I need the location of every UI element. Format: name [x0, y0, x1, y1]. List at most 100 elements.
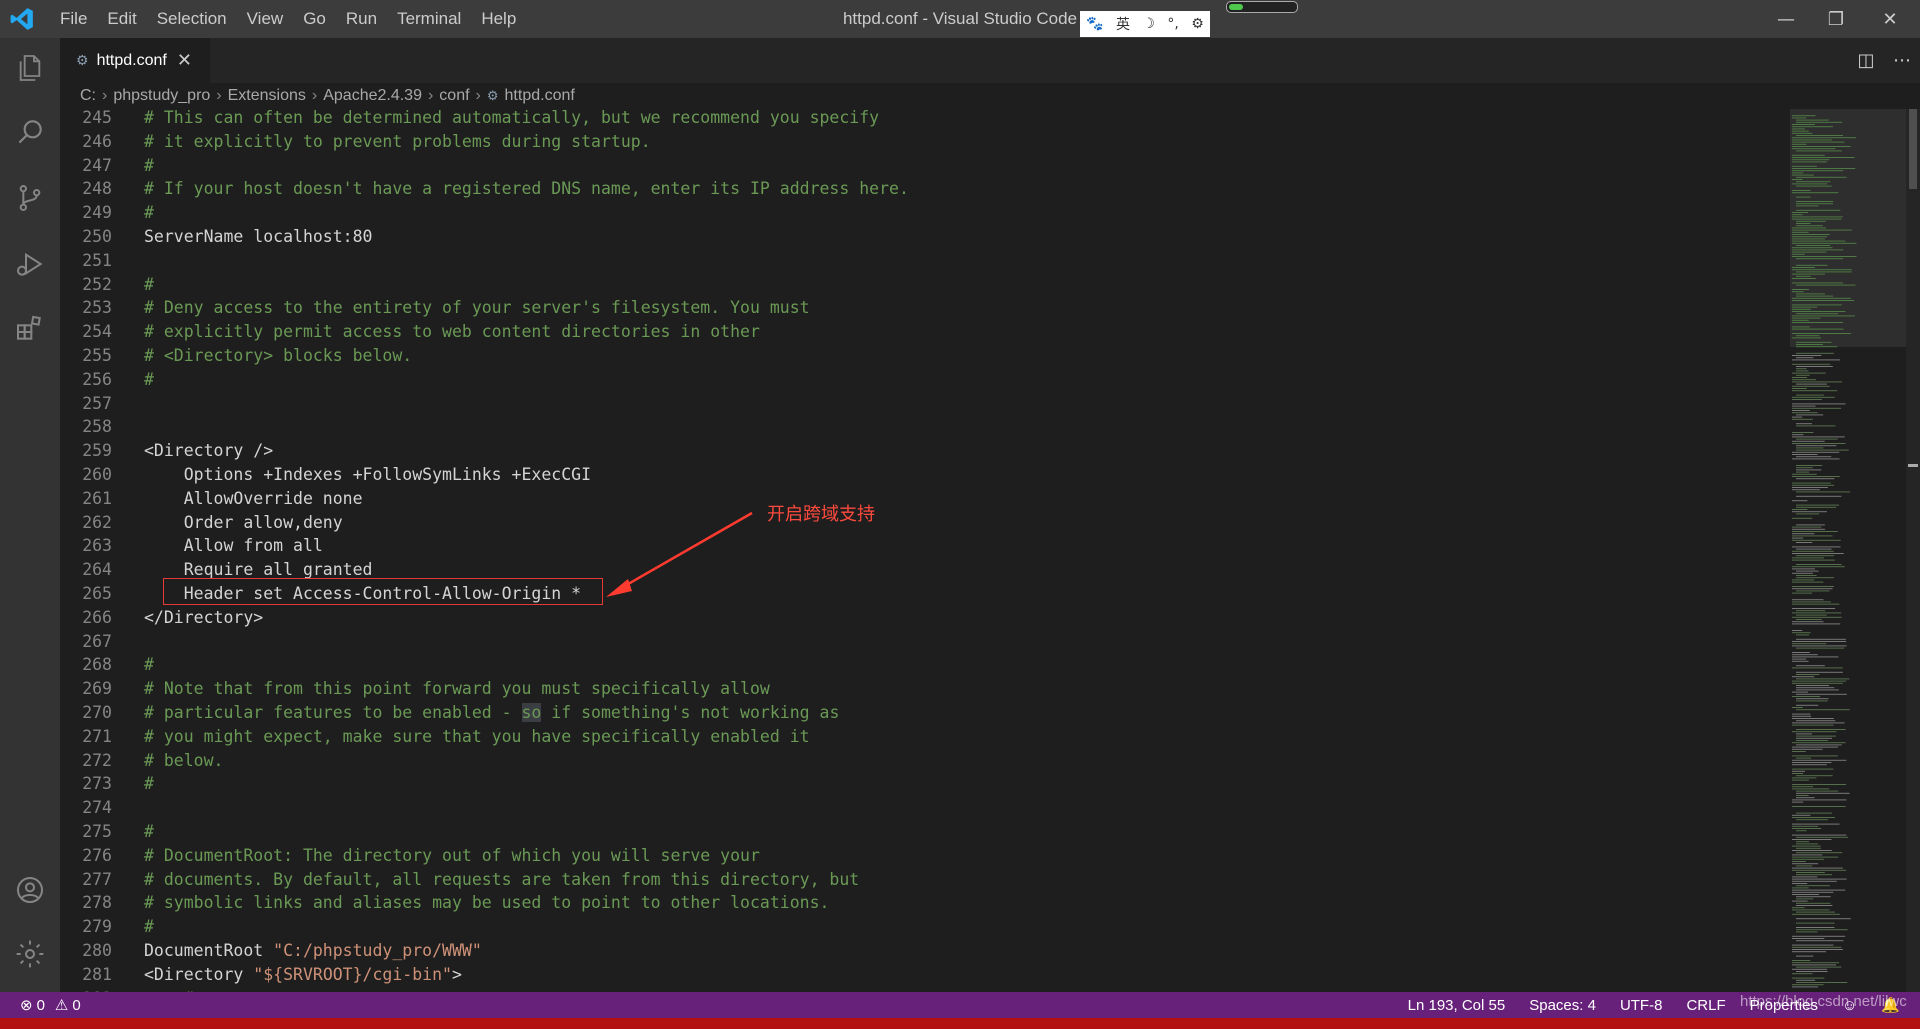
code-text[interactable]: Order allow,deny — [144, 511, 343, 535]
code-line[interactable]: 263 Allow from all — [60, 534, 1788, 558]
code-text[interactable]: # DocumentRoot: The directory out of whi… — [144, 844, 760, 868]
warning-count[interactable]: 0 — [72, 997, 80, 1014]
moon-icon[interactable]: ☽ — [1142, 16, 1155, 32]
code-text[interactable]: </Directory> — [144, 606, 263, 630]
manage-gear-icon[interactable] — [0, 926, 60, 982]
code-text[interactable]: # — [144, 368, 154, 392]
close-window-icon[interactable]: ✕ — [1860, 0, 1920, 38]
menu-run[interactable]: Run — [336, 9, 387, 29]
code-line[interactable]: 275 # — [60, 820, 1788, 844]
breadcrumb-apache[interactable]: Apache2.4.39 — [323, 87, 422, 105]
scrollbar-thumb[interactable] — [1909, 109, 1917, 189]
code-line[interactable]: 254 # explicitly permit access to web con… — [60, 320, 1788, 344]
restore-icon[interactable]: ❐ — [1806, 0, 1866, 38]
code-line[interactable]: 266 </Directory> — [60, 606, 1788, 630]
ime-language[interactable]: 英 — [1116, 14, 1130, 34]
code-line[interactable]: 258 — [60, 415, 1788, 439]
menu-terminal[interactable]: Terminal — [387, 9, 471, 29]
code-text[interactable]: # If your host doesn't have a registered… — [144, 177, 909, 201]
cursor-position[interactable]: Ln 193, Col 55 — [1408, 997, 1506, 1014]
code-line[interactable]: 256 # — [60, 368, 1788, 392]
indentation[interactable]: Spaces: 4 — [1529, 997, 1596, 1014]
code-text[interactable]: # This can often be determined automatic… — [144, 109, 879, 130]
source-control-icon[interactable] — [0, 170, 60, 226]
code-text[interactable]: ServerName localhost:80 — [144, 225, 372, 249]
menu-file[interactable]: File — [50, 9, 97, 29]
code-line[interactable]: 246 # it explicitly to prevent problems d… — [60, 130, 1788, 154]
code-text[interactable]: # you might expect, make sure that you h… — [144, 725, 810, 749]
end-of-line[interactable]: CRLF — [1686, 997, 1725, 1014]
code-line[interactable]: 251 — [60, 249, 1788, 273]
menu-selection[interactable]: Selection — [147, 9, 237, 29]
extensions-icon[interactable] — [0, 300, 60, 356]
file-encoding[interactable]: UTF-8 — [1620, 997, 1663, 1014]
code-line[interactable]: 259 <Directory /> — [60, 439, 1788, 463]
explorer-icon[interactable] — [0, 40, 60, 96]
menu-help[interactable]: Help — [471, 9, 526, 29]
code-line[interactable]: 253 # Deny access to the entirety of your… — [60, 296, 1788, 320]
code-text[interactable]: # <Directory> blocks below. — [144, 344, 412, 368]
code-line[interactable]: 255 # <Directory> blocks below. — [60, 344, 1788, 368]
ime-toolbar[interactable]: 🐾 英 ☽ °, ⚙ — [1080, 11, 1210, 37]
menu-view[interactable]: View — [237, 9, 294, 29]
code-line[interactable]: 250 ServerName localhost:80 — [60, 225, 1788, 249]
error-count[interactable]: 0 — [37, 997, 45, 1014]
error-icon[interactable]: ⊗ — [20, 996, 33, 1014]
code-line[interactable]: 262 Order allow,deny — [60, 511, 1788, 535]
paw-icon[interactable]: 🐾 — [1086, 16, 1103, 32]
code-line[interactable]: 271 # you might expect, make sure that yo… — [60, 725, 1788, 749]
code-editor[interactable]: 245 # This can often be determined automa… — [60, 109, 1788, 992]
code-line[interactable]: 245 # This can often be determined automa… — [60, 109, 1788, 130]
code-text[interactable]: # — [144, 653, 154, 677]
code-line[interactable]: 252 # — [60, 273, 1788, 297]
minimap-slider[interactable] — [1790, 109, 1906, 347]
code-text[interactable]: # it explicitly to prevent problems duri… — [144, 130, 651, 154]
menu-edit[interactable]: Edit — [97, 9, 146, 29]
code-text[interactable]: # — [144, 772, 154, 796]
code-line[interactable]: 279 # — [60, 915, 1788, 939]
breadcrumb-file[interactable]: httpd.conf — [505, 87, 575, 105]
vertical-scrollbar[interactable] — [1906, 109, 1920, 992]
account-icon[interactable] — [0, 862, 60, 918]
warning-icon[interactable]: ⚠ — [55, 996, 68, 1014]
code-line[interactable]: 281 <Directory "${SRVROOT}/cgi-bin"> — [60, 963, 1788, 987]
code-line[interactable]: 272 # below. — [60, 749, 1788, 773]
code-line[interactable]: 273 # — [60, 772, 1788, 796]
code-line[interactable]: 269 # Note that from this point forward y… — [60, 677, 1788, 701]
code-line[interactable]: 249 # — [60, 201, 1788, 225]
code-line[interactable]: 270 # particular features to be enabled -… — [60, 701, 1788, 725]
breadcrumb-phpstudy[interactable]: phpstudy_pro — [113, 87, 210, 105]
code-text[interactable]: Options +Indexes +FollowSymLinks +ExecCG… — [144, 463, 591, 487]
settings-gear-icon[interactable]: ⚙ — [1191, 16, 1204, 32]
punctuation-icon[interactable]: °, — [1167, 16, 1178, 32]
code-text[interactable]: # Note that from this point forward you … — [144, 677, 770, 701]
tab-httpd-conf[interactable]: ⚙ httpd.conf ✕ — [60, 38, 210, 83]
code-text[interactable]: AllowOverride none — [144, 487, 363, 511]
code-text[interactable]: # documents. By default, all requests ar… — [144, 868, 859, 892]
code-text[interactable]: # particular features to be enabled - so… — [144, 701, 839, 725]
code-line[interactable]: 257 — [60, 392, 1788, 416]
code-line[interactable]: 274 — [60, 796, 1788, 820]
code-text[interactable]: <Directory /> — [144, 439, 273, 463]
code-text[interactable]: # — [144, 915, 154, 939]
code-text[interactable]: # explicitly permit access to web conten… — [144, 320, 760, 344]
close-tab-icon[interactable]: ✕ — [177, 50, 192, 71]
code-line[interactable]: 268 # — [60, 653, 1788, 677]
split-editor-icon[interactable]: ◫ — [1848, 50, 1884, 71]
code-line[interactable]: 260 Options +Indexes +FollowSymLinks +Ex… — [60, 463, 1788, 487]
code-text[interactable]: # — [144, 820, 154, 844]
code-line[interactable]: 278 # symbolic links and aliases may be u… — [60, 891, 1788, 915]
code-text[interactable]: # Deny access to the entirety of your se… — [144, 296, 810, 320]
code-line[interactable]: 276 # DocumentRoot: The directory out of … — [60, 844, 1788, 868]
code-text[interactable]: # symbolic links and aliases may be used… — [144, 891, 829, 915]
more-actions-icon[interactable]: ⋯ — [1884, 50, 1920, 71]
code-line[interactable]: 247 # — [60, 154, 1788, 178]
code-line[interactable]: 277 # documents. By default, all requests… — [60, 868, 1788, 892]
breadcrumb-drive[interactable]: C: — [80, 87, 96, 105]
code-text[interactable]: # below. — [144, 749, 223, 773]
code-line[interactable]: 248 # If your host doesn't have a registe… — [60, 177, 1788, 201]
code-text[interactable]: # — [144, 201, 154, 225]
code-text[interactable]: DocumentRoot "C:/phpstudy_pro/WWW" — [144, 939, 482, 963]
breadcrumb-conf[interactable]: conf — [439, 87, 469, 105]
run-debug-icon[interactable] — [0, 236, 60, 292]
